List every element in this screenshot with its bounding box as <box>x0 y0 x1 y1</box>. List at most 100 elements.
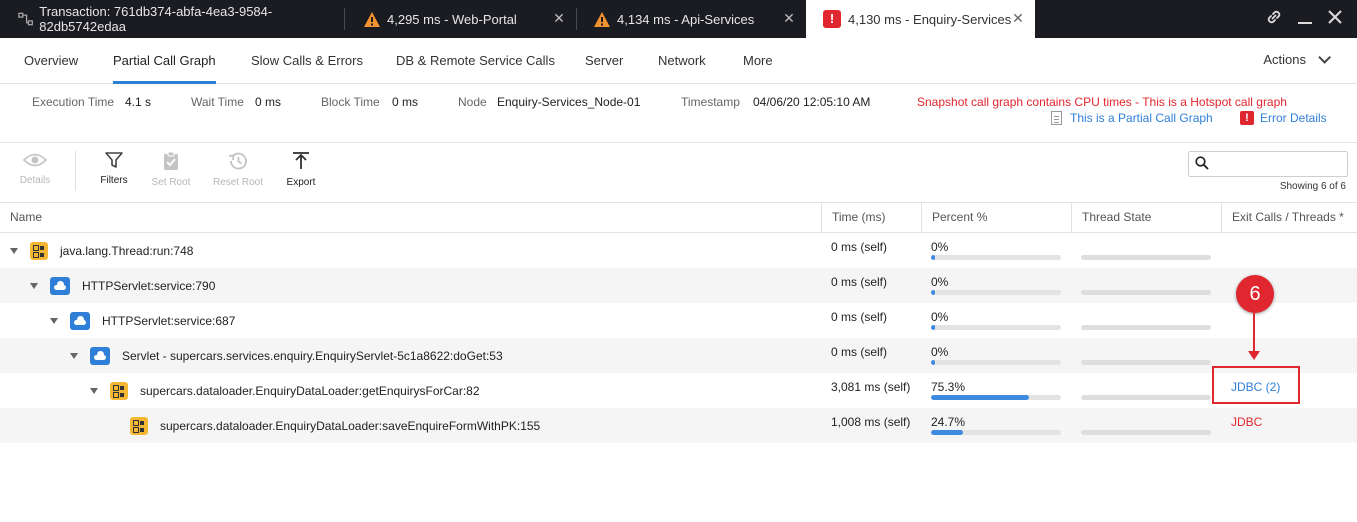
details-button[interactable]: Details <box>5 151 65 186</box>
reset-root-button[interactable]: Reset Root <box>208 151 268 188</box>
error-details-link[interactable]: ! Error Details <box>1240 111 1327 125</box>
cloud-icon <box>70 311 90 330</box>
call-graph-toolbar: Details Filters Set Root Reset Root Expo… <box>0 143 1357 203</box>
exit-calls-link[interactable]: JDBC <box>1231 415 1262 429</box>
tab-more[interactable]: More <box>743 38 773 84</box>
row-percent: 0% <box>931 275 949 289</box>
block-time-label: Block Time <box>321 95 380 109</box>
tab-web-portal[interactable]: 4,295 ms - Web-Portal ✕ <box>345 0 576 38</box>
tab-partial-call-graph[interactable]: Partial Call Graph <box>113 38 216 84</box>
transaction-icon <box>18 12 33 26</box>
hotspot-warning: Snapshot call graph contains CPU times -… <box>917 95 1287 109</box>
timestamp-label: Timestamp <box>681 95 740 109</box>
tab-network[interactable]: Network <box>658 38 706 84</box>
expand-triangle-icon[interactable] <box>30 282 38 289</box>
percent-bar <box>931 290 1061 295</box>
row-percent: 0% <box>931 310 949 324</box>
percent-bar-fill <box>931 430 964 435</box>
execution-time-label: Execution Time <box>32 95 115 109</box>
tab-enquiry-services[interactable]: ! 4,130 ms - Enquiry-Services ✕ <box>806 0 1035 38</box>
column-header-name[interactable]: Name <box>0 203 821 233</box>
tab-db-remote-calls[interactable]: DB & Remote Service Calls <box>396 38 555 84</box>
toolbar-divider <box>75 151 76 191</box>
close-icon[interactable] <box>1327 9 1343 25</box>
row-count: Showing 6 of 6 <box>1279 181 1346 192</box>
tab-api-services[interactable]: 4,134 ms - Api-Services ✕ <box>577 0 806 38</box>
filters-button[interactable]: Filters <box>84 151 144 186</box>
link-icon[interactable] <box>1265 8 1283 26</box>
column-header-exit-calls[interactable]: Exit Calls / Threads * <box>1221 203 1357 233</box>
thread-state-bar <box>1081 255 1211 260</box>
thread-state-bar <box>1081 395 1211 400</box>
clipboard-check-icon <box>164 151 178 170</box>
row-name: HTTPServlet:service:687 <box>102 313 236 328</box>
percent-bar <box>931 325 1061 330</box>
expand-triangle-spacer <box>110 423 118 429</box>
expand-triangle-icon[interactable] <box>70 352 78 359</box>
row-name: java.lang.Thread:run:748 <box>60 243 194 258</box>
column-header-percent[interactable]: Percent % <box>921 203 1071 233</box>
close-icon[interactable]: ✕ <box>552 11 566 25</box>
pojo-icon <box>30 241 48 260</box>
tab-api-services-label: 4,134 ms - Api-Services <box>617 11 755 27</box>
percent-bar <box>931 430 1061 435</box>
actions-dropdown[interactable]: Actions <box>1263 38 1331 84</box>
export-icon <box>293 152 309 169</box>
warning-icon <box>364 11 380 27</box>
filters-label: Filters <box>100 175 128 186</box>
partial-call-graph-link[interactable]: This is a Partial Call Graph <box>1051 111 1213 125</box>
history-icon <box>228 152 247 170</box>
close-icon[interactable]: ✕ <box>1011 11 1025 25</box>
expand-triangle-icon[interactable] <box>90 387 98 394</box>
tab-overview[interactable]: Overview <box>24 38 78 84</box>
tab-bar: Transaction: 761db374-abfa-4ea3-9584-82d… <box>0 0 1357 38</box>
table-header: Name Time (ms) Percent % Thread State Ex… <box>0 203 1357 233</box>
thread-state-bar <box>1081 360 1211 365</box>
details-label: Details <box>19 175 51 186</box>
document-icon <box>1051 111 1062 125</box>
percent-bar-fill <box>931 290 935 295</box>
search-icon <box>1195 156 1209 170</box>
table-row[interactable]: HTTPServlet:service:790 0 ms (self) 0% <box>0 268 1357 303</box>
close-icon[interactable]: ✕ <box>782 11 796 25</box>
search-input[interactable] <box>1188 151 1348 177</box>
percent-bar <box>931 360 1061 365</box>
row-percent: 75.3% <box>931 380 966 394</box>
thread-state-bar <box>1081 325 1211 330</box>
row-percent: 0% <box>931 345 949 359</box>
row-name: Servlet - supercars.services.enquiry.Enq… <box>122 348 503 363</box>
node-label: Node <box>458 95 487 109</box>
row-percent: 24.7% <box>931 415 966 429</box>
percent-bar-fill <box>931 395 1029 400</box>
expand-triangle-icon[interactable] <box>10 247 18 254</box>
node-value: Enquiry-Services_Node-01 <box>497 95 641 109</box>
column-header-thread-state[interactable]: Thread State <box>1071 203 1221 233</box>
table-row[interactable]: HTTPServlet:service:687 0 ms (self) 0% <box>0 303 1357 338</box>
table-row[interactable]: supercars.dataloader.EnquiryDataLoader:g… <box>0 373 1357 408</box>
thread-state-bar <box>1081 430 1211 435</box>
row-name-cell: HTTPServlet:service:790 <box>30 268 215 303</box>
table-row[interactable]: java.lang.Thread:run:748 0 ms (self) 0% <box>0 233 1357 268</box>
expand-triangle-icon[interactable] <box>50 317 58 324</box>
row-time: 0 ms (self) <box>831 275 888 289</box>
row-time: 1,008 ms (self) <box>831 415 911 429</box>
wait-time-value: 0 ms <box>255 95 282 109</box>
annotation-arrow-head <box>1248 351 1260 360</box>
tab-transaction[interactable]: Transaction: 761db374-abfa-4ea3-9584-82d… <box>0 0 344 38</box>
export-button[interactable]: Export <box>271 151 331 188</box>
minimize-icon[interactable] <box>1297 8 1313 26</box>
row-name: supercars.dataloader.EnquiryDataLoader:g… <box>140 383 480 398</box>
row-name-cell: Servlet - supercars.services.enquiry.Enq… <box>70 338 503 373</box>
row-name-cell: supercars.dataloader.EnquiryDataLoader:s… <box>110 408 540 443</box>
row-time: 3,081 ms (self) <box>831 380 911 394</box>
table-row[interactable]: Servlet - supercars.services.enquiry.Enq… <box>0 338 1357 373</box>
table-row[interactable]: supercars.dataloader.EnquiryDataLoader:s… <box>0 408 1357 443</box>
set-root-button[interactable]: Set Root <box>141 151 201 188</box>
eye-icon <box>23 153 47 167</box>
thread-state-bar <box>1081 290 1211 295</box>
column-header-time[interactable]: Time (ms) <box>821 203 921 233</box>
tab-slow-calls-errors[interactable]: Slow Calls & Errors <box>251 38 363 84</box>
partial-call-graph-link-label: This is a Partial Call Graph <box>1070 111 1213 125</box>
tab-server[interactable]: Server <box>585 38 623 84</box>
block-time-value: 0 ms <box>392 95 419 109</box>
